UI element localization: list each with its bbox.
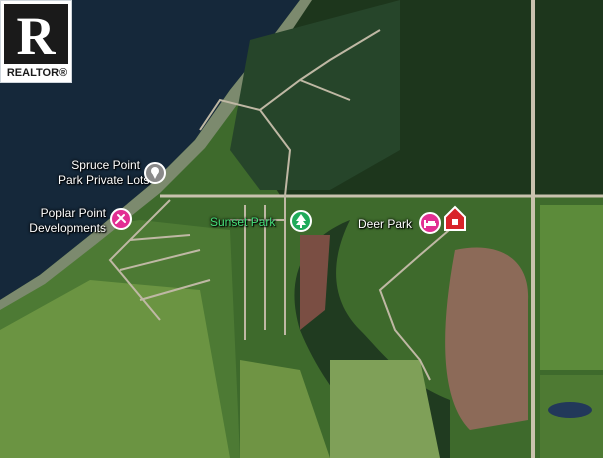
- house-marker-icon[interactable]: [442, 204, 468, 232]
- satellite-map[interactable]: R REALTOR® Spruce Point Park Private Lot…: [0, 0, 603, 458]
- location-pin-icon[interactable]: [143, 161, 167, 185]
- lodging-pin-icon[interactable]: [418, 211, 442, 235]
- realtor-r-icon: R: [4, 4, 68, 66]
- poplar-point-label[interactable]: Poplar Point Developments: [14, 206, 106, 236]
- sunset-park-label[interactable]: Sunset Park: [210, 215, 275, 230]
- tree-pin-icon[interactable]: [289, 209, 313, 233]
- realtor-logo[interactable]: R REALTOR®: [0, 0, 72, 83]
- spruce-point-label-line1: Spruce Point: [71, 158, 140, 172]
- svg-text:R: R: [17, 6, 57, 64]
- realtor-wordmark: REALTOR®: [6, 67, 68, 79]
- spruce-point-label-line2: Park Private Lots: [58, 173, 150, 187]
- spruce-point-label[interactable]: Spruce Point Park Private Lots: [58, 158, 150, 188]
- deer-park-label[interactable]: Deer Park: [358, 217, 412, 232]
- poplar-point-label-line2: Developments: [29, 221, 106, 235]
- tools-pin-icon[interactable]: [109, 207, 133, 231]
- poplar-point-label-line1: Poplar Point: [40, 206, 106, 220]
